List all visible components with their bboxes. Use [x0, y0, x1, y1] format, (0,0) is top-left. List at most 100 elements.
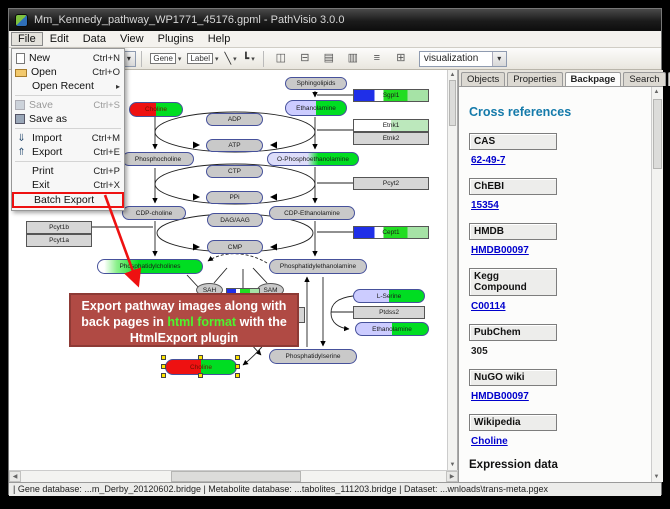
gene-tool-button[interactable]: Gene▾ [148, 50, 183, 67]
node-atp[interactable]: ATP [206, 139, 263, 152]
scroll-up-icon[interactable]: ▲ [652, 87, 661, 97]
menu-plugins[interactable]: Plugins [151, 32, 201, 46]
node-adp[interactable]: ADP [206, 113, 263, 126]
scrollbar-thumb[interactable] [449, 80, 456, 126]
node-pcyt2[interactable]: Pcyt2 [353, 177, 429, 190]
chevron-down-icon[interactable]: ▾ [492, 52, 506, 66]
file-menu-item-export[interactable]: ⇑ExportCtrl+E [12, 145, 124, 159]
node-ppi[interactable]: PPi [206, 191, 263, 204]
selection-handle[interactable] [161, 364, 166, 369]
title-bar[interactable]: Mm_Kennedy_pathway_WP1771_45176.gpml - P… [9, 9, 661, 31]
file-menu-item-exit[interactable]: ExitCtrl+X [12, 178, 124, 192]
canvas-vertical-scrollbar[interactable]: ▲ ▼ [447, 70, 457, 470]
chevron-down-icon[interactable]: ▾ [178, 55, 182, 63]
panel-vertical-scrollbar[interactable]: ▲ ▼ [651, 87, 663, 482]
xref-link[interactable]: HMDB00097 [471, 245, 651, 256]
chevron-down-icon[interactable]: ▾ [215, 55, 219, 63]
chevron-down-icon[interactable]: ▾ [251, 55, 255, 63]
node-label: Etnk1 [383, 122, 400, 129]
chevron-down-icon[interactable]: ▾ [233, 55, 237, 63]
selection-handle[interactable] [235, 364, 240, 369]
node-cdp-ethanolamine[interactable]: CDP-Ethanolamine [269, 206, 355, 220]
selection-handle[interactable] [235, 355, 240, 360]
file-menu-item-import[interactable]: ⇓ImportCtrl+M [12, 131, 124, 145]
distribute-icon[interactable]: ⊞ [391, 50, 411, 67]
node-pcyt1b[interactable]: Pcyt1b [26, 221, 92, 234]
file-menu-item-open-recent[interactable]: Open Recent▸ [12, 79, 124, 93]
app-icon [15, 14, 28, 27]
stack-vertical-icon[interactable]: ▥ [343, 50, 363, 67]
menu-file[interactable]: File [11, 32, 43, 46]
node-o-phosphoethanolamine[interactable]: O-Phosphoethanolamine [267, 152, 359, 166]
scroll-down-icon[interactable]: ▼ [448, 460, 457, 470]
gene-tool-icon: Gene [150, 53, 176, 64]
xref-value: 305 [471, 346, 651, 357]
node-l-serine[interactable]: L-Serine [353, 289, 425, 303]
label-tool-button[interactable]: Label▾ [185, 50, 220, 67]
scroll-down-icon[interactable]: ▼ [652, 472, 661, 482]
visualization-combobox[interactable]: visualization ▾ [419, 51, 507, 67]
node-ctp[interactable]: CTP [206, 165, 263, 178]
selection-handle[interactable] [235, 373, 240, 378]
node-ethanolamine-bottom[interactable]: Ethanolamine [355, 322, 429, 336]
xref-link[interactable]: 62-49-7 [471, 155, 651, 166]
node-cmp[interactable]: CMP [207, 240, 263, 254]
file-menu-item-new[interactable]: NewCtrl+N [12, 51, 124, 65]
node-sgpl1[interactable]: Sgpl1 [353, 89, 429, 102]
node-choline-top[interactable]: Choline [129, 102, 183, 117]
menu-view[interactable]: View [113, 32, 151, 46]
node-dag-aag[interactable]: DAG/AAG [207, 213, 263, 227]
file-menu-item-open[interactable]: OpenCtrl+O [12, 65, 124, 79]
file-menu-item-save-as[interactable]: Save as [12, 112, 124, 126]
node-phosphatidylserine[interactable]: Phosphatidylserine [269, 349, 357, 364]
node-sphingolipids[interactable]: Sphingolipids [285, 77, 347, 90]
node-label: Pcyt1a [49, 237, 69, 244]
node-etnk1[interactable]: Etnk1 [353, 119, 429, 132]
scroll-right-icon[interactable]: ▶ [446, 471, 458, 482]
xref-link[interactable]: C00114 [471, 301, 651, 312]
menu-item-shortcut: Ctrl+X [93, 180, 120, 191]
node-phosphatidylethanolamine[interactable]: Phosphatidylethanolamine [269, 259, 367, 274]
scroll-up-icon[interactable]: ▲ [448, 70, 457, 80]
selection-handle[interactable] [198, 355, 203, 360]
file-menu-item-batch-export[interactable]: Batch Export [12, 192, 124, 208]
save-as-icon [15, 114, 25, 124]
selection-handle[interactable] [198, 373, 203, 378]
tab-properties[interactable]: Properties [507, 72, 562, 86]
xref-link[interactable]: HMDB00097 [471, 391, 651, 402]
align-bottom-icon[interactable]: ≡ [367, 50, 387, 67]
node-ptdss2[interactable]: Ptdss2 [353, 306, 425, 319]
xref-link[interactable]: 15354 [471, 200, 651, 211]
menu-item-label: Print [32, 165, 93, 177]
node-phosphocholine[interactable]: Phosphocholine [122, 152, 194, 166]
tab-objects[interactable]: Objects [461, 72, 505, 86]
menu-help[interactable]: Help [201, 32, 238, 46]
align-middle-icon[interactable]: ⊟ [295, 50, 315, 67]
align-center-icon[interactable]: ◫ [271, 50, 291, 67]
tab-backpage[interactable]: Backpage [565, 72, 622, 86]
node-cept1[interactable]: Cept1 [353, 226, 429, 239]
selection-handle[interactable] [161, 355, 166, 360]
toolbar-separator [141, 51, 142, 67]
scroll-left-icon[interactable]: ◀ [9, 471, 21, 482]
selection-handle[interactable] [161, 373, 166, 378]
menu-edit[interactable]: Edit [43, 32, 76, 46]
node-pcyt1a[interactable]: Pcyt1a [26, 234, 92, 247]
scrollbar-track[interactable] [21, 471, 446, 482]
connector-tool-button[interactable]: ┗▾ [241, 50, 257, 67]
stack-horizontal-icon[interactable]: ▤ [319, 50, 339, 67]
scrollbar-thumb[interactable] [653, 99, 662, 169]
node-ethanolamine-top[interactable]: Ethanolamine [285, 100, 347, 116]
xref-section: HMDBHMDB00097 [469, 223, 651, 256]
node-etnk2[interactable]: Etnk2 [353, 132, 429, 145]
node-label: Cept1 [382, 229, 399, 236]
xref-link[interactable]: Choline [471, 436, 651, 447]
canvas-horizontal-scrollbar[interactable]: ◀ ▶ [9, 470, 458, 482]
scrollbar-thumb[interactable] [171, 471, 301, 482]
tab-search[interactable]: Search [623, 72, 665, 86]
file-menu-item-print[interactable]: PrintCtrl+P [12, 164, 124, 178]
node-phosphatidylcholines[interactable]: Phosphatidylcholines [97, 259, 203, 274]
node-cdp-choline[interactable]: CDP-choline [122, 206, 186, 220]
menu-data[interactable]: Data [76, 32, 113, 46]
line-tool-button[interactable]: ╲▾ [223, 50, 239, 67]
